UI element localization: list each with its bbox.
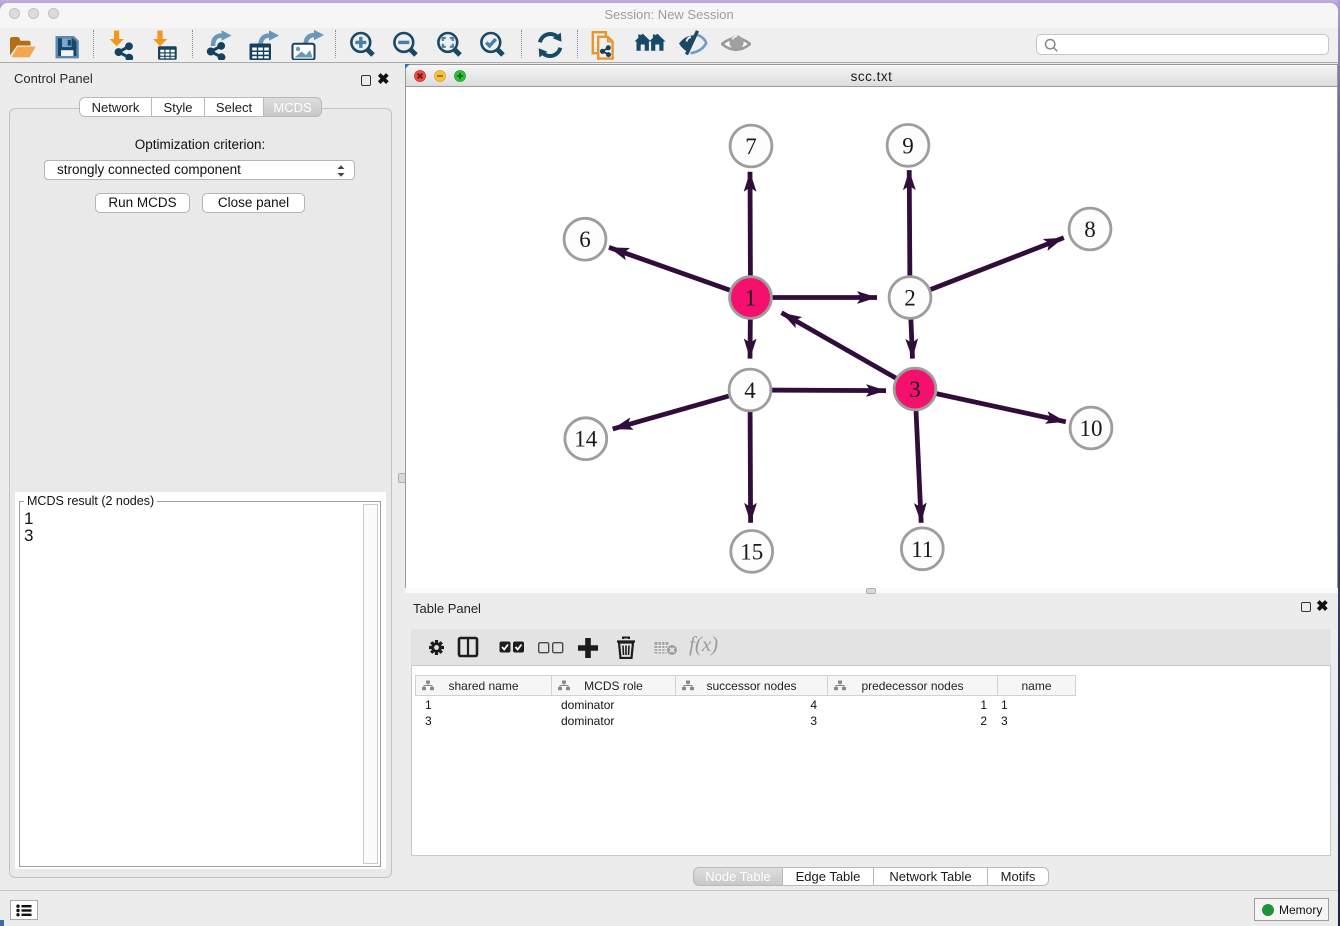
svg-text:9: 9 xyxy=(902,133,914,158)
svg-text:8: 8 xyxy=(1084,217,1096,242)
svg-text:10: 10 xyxy=(1080,416,1103,441)
svg-text:3: 3 xyxy=(909,377,921,402)
svg-text:1: 1 xyxy=(745,286,757,311)
svg-text:2: 2 xyxy=(904,286,916,311)
svg-text:15: 15 xyxy=(740,539,763,564)
svg-text:7: 7 xyxy=(745,134,757,159)
svg-text:14: 14 xyxy=(574,427,598,452)
svg-text:6: 6 xyxy=(579,227,591,252)
svg-text:4: 4 xyxy=(744,378,756,403)
svg-text:11: 11 xyxy=(911,537,933,562)
